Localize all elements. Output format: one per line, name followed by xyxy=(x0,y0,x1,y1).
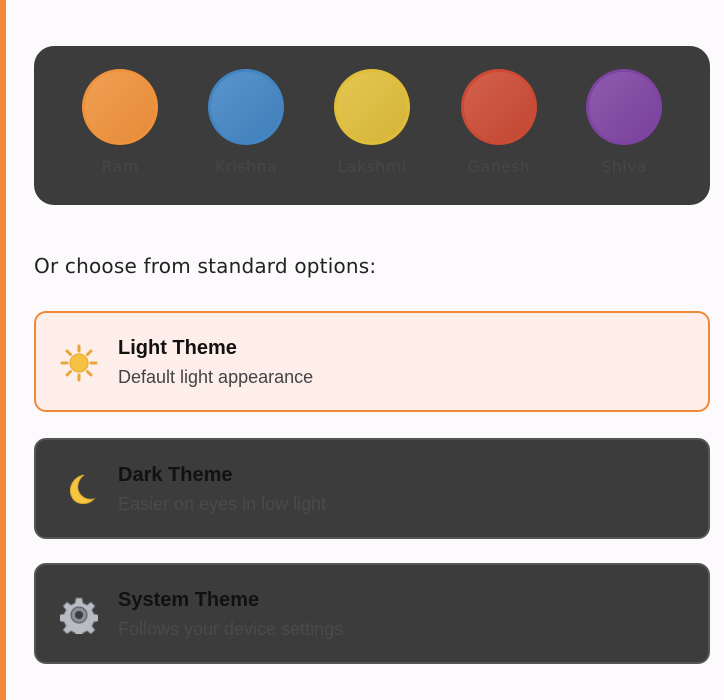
theme-title: System Theme xyxy=(118,589,260,611)
palette-name: Lakshmi xyxy=(337,157,407,176)
theme-description: Easier on eyes in low light xyxy=(118,494,327,514)
theme-title: Light Theme xyxy=(118,337,237,359)
section-label: Or choose from standard options: xyxy=(34,254,377,278)
palette-swatch-ram[interactable]: Ram xyxy=(82,69,158,176)
accent-bar xyxy=(0,0,6,700)
palette-name: Shiva xyxy=(601,157,647,176)
theme-title: Dark Theme xyxy=(118,464,233,486)
palette-color-circle xyxy=(586,69,662,145)
palette-color-circle xyxy=(208,69,284,145)
palette-swatch-ganesh[interactable]: Ganesh xyxy=(461,69,537,176)
palette-swatch-krishna[interactable]: Krishna xyxy=(208,69,284,176)
palette-card: Ram Krishna Lakshmi Ganesh Shiva xyxy=(34,46,710,205)
palette-name: Ganesh xyxy=(467,157,531,176)
light-theme-option[interactable]: Light Theme Default light appearance xyxy=(34,311,710,412)
palette-name: Ram xyxy=(101,157,139,176)
theme-description: Follows your device settings xyxy=(118,619,344,639)
gear-icon xyxy=(59,595,99,635)
theme-description: Default light appearance xyxy=(118,367,314,387)
palette-swatch-lakshmi[interactable]: Lakshmi xyxy=(334,69,410,176)
system-theme-option[interactable]: System Theme Follows your device setting… xyxy=(34,563,710,664)
palette-color-circle xyxy=(334,69,410,145)
sun-icon xyxy=(59,343,99,383)
moon-icon xyxy=(59,470,99,510)
palette-color-circle xyxy=(461,69,537,145)
palette-swatch-shiva[interactable]: Shiva xyxy=(586,69,662,176)
palette-color-circle xyxy=(82,69,158,145)
palette-name: Krishna xyxy=(214,157,278,176)
dark-theme-option[interactable]: Dark Theme Easier on eyes in low light xyxy=(34,438,710,539)
